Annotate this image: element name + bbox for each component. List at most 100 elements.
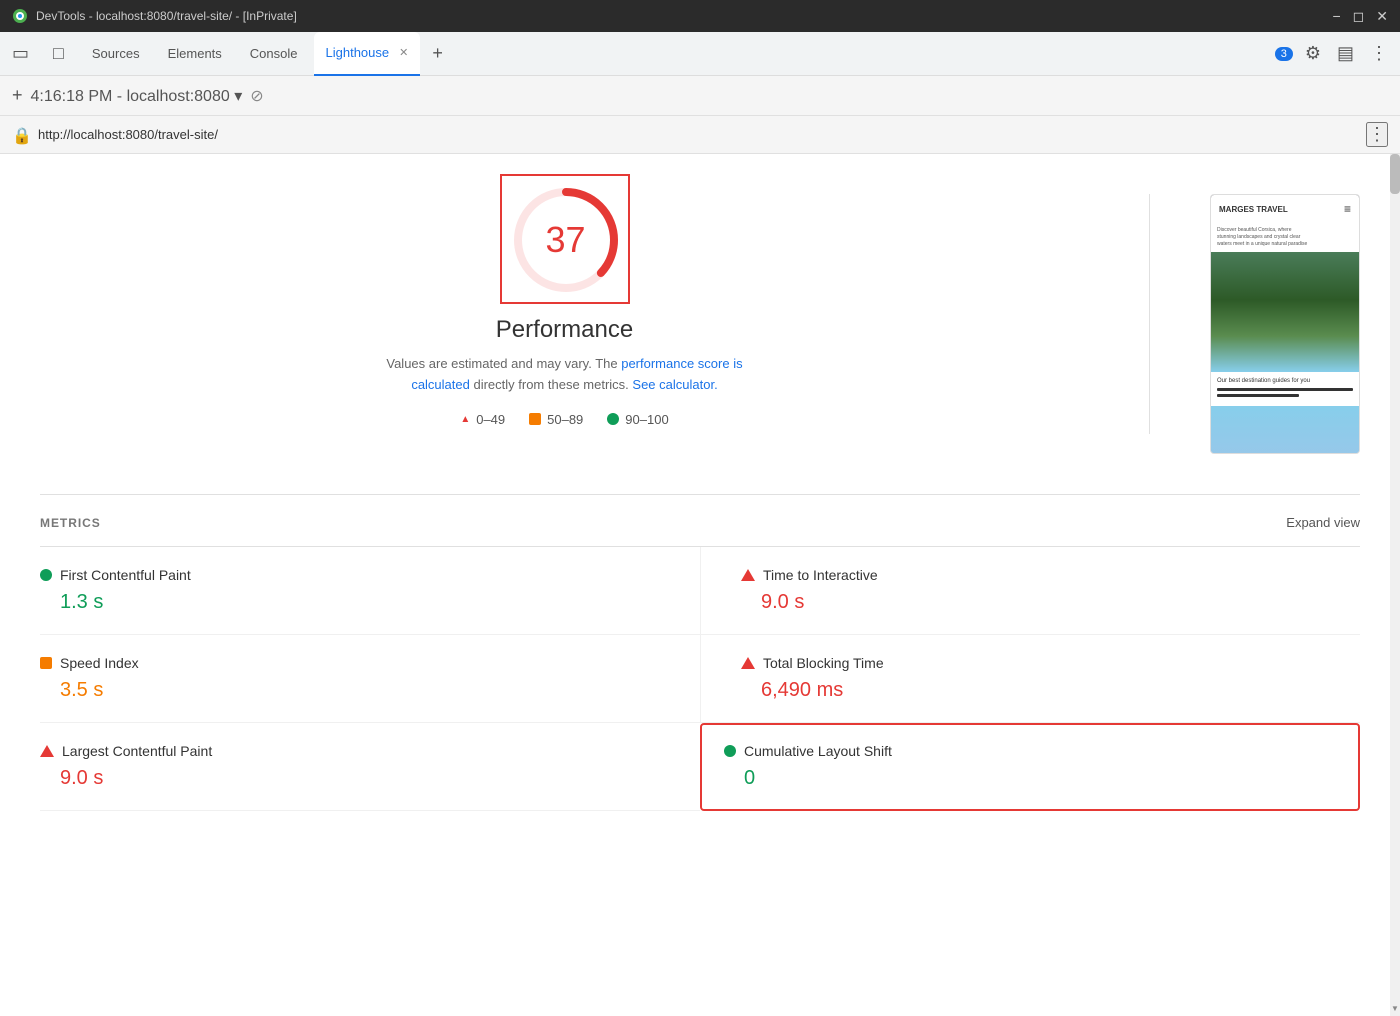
devtools-more-button[interactable]: ⋮ bbox=[1366, 122, 1388, 147]
screenshot-text-2 bbox=[1217, 394, 1299, 397]
screenshot-header: MARGES TRAVEL ≡ bbox=[1211, 195, 1359, 223]
screenshot-logo: MARGES TRAVEL bbox=[1219, 205, 1288, 214]
screenshot-text-1 bbox=[1217, 388, 1353, 391]
screenshot-bottom-image bbox=[1211, 406, 1359, 454]
metric-cls-indicator bbox=[724, 745, 736, 757]
devtools-icon bbox=[12, 8, 28, 24]
expand-view-button[interactable]: Expand view bbox=[1286, 515, 1360, 530]
devtools-url-display: http://localhost:8080/travel-site/ bbox=[38, 127, 218, 142]
stop-icon: ⊘ bbox=[250, 86, 263, 106]
scrollbar[interactable]: ▲ ▼ bbox=[1390, 154, 1400, 1016]
metrics-grid: First Contentful Paint 1.3 s Time to Int… bbox=[40, 547, 1360, 811]
addressbar: + 4:16:18 PM - localhost:8080 ▾ ⊘ bbox=[0, 76, 1400, 116]
tab-elements[interactable]: Elements bbox=[156, 32, 234, 76]
metric-tti-label-row: Time to Interactive bbox=[741, 567, 1336, 583]
performance-description: Values are estimated and may vary. The p… bbox=[375, 354, 755, 396]
metric-lcp-label-row: Largest Contentful Paint bbox=[40, 743, 676, 759]
metric-tti-indicator bbox=[741, 569, 755, 581]
metric-fcp-value: 1.3 s bbox=[40, 591, 676, 614]
tab-sources-label: Sources bbox=[92, 46, 140, 61]
legend-orange-icon bbox=[529, 413, 541, 425]
titlebar-title: DevTools - localhost:8080/travel-site/ -… bbox=[36, 9, 297, 23]
performance-title: Performance bbox=[496, 316, 633, 344]
main-content: 37 Performance Values are estimated and … bbox=[0, 154, 1400, 1016]
restore-button[interactable]: ◻ bbox=[1353, 8, 1365, 25]
tab-lighthouse-label: Lighthouse bbox=[326, 45, 390, 60]
sync-button[interactable]: ▤ bbox=[1333, 39, 1358, 68]
metric-tbt-label: Total Blocking Time bbox=[763, 655, 884, 671]
device-toolbar-button[interactable]: ▭ bbox=[8, 39, 33, 68]
tab-lighthouse[interactable]: Lighthouse ✕ bbox=[314, 32, 421, 76]
settings-button[interactable]: ⚙ bbox=[1301, 39, 1325, 68]
metric-tbt-label-row: Total Blocking Time bbox=[741, 655, 1336, 671]
legend-green-icon bbox=[607, 413, 619, 425]
screenshot-tagline: Discover beautiful Corsica, wherestunnin… bbox=[1211, 223, 1359, 252]
metric-cls-label-row: Cumulative Layout Shift bbox=[724, 743, 1336, 759]
metric-tbt-indicator bbox=[741, 657, 755, 669]
scroll-down-button[interactable]: ▼ bbox=[1390, 1000, 1400, 1016]
screenshot-hero-image bbox=[1211, 252, 1359, 372]
metric-tti-label: Time to Interactive bbox=[763, 567, 878, 583]
metric-lcp-value: 9.0 s bbox=[40, 767, 676, 790]
close-button[interactable]: ✕ bbox=[1376, 8, 1388, 25]
devtools-urlbar: 🔒 http://localhost:8080/travel-site/ ⋮ bbox=[0, 116, 1400, 154]
score-container: 37 bbox=[500, 174, 630, 304]
more-options-button[interactable]: ⋮ bbox=[1366, 39, 1392, 68]
screenshot-subtitle: Our best destination guides for you bbox=[1217, 378, 1353, 384]
inspect-button[interactable]: □ bbox=[49, 39, 68, 68]
metric-cls-value: 0 bbox=[724, 767, 1336, 790]
metric-si: Speed Index 3.5 s bbox=[40, 635, 700, 723]
vertical-divider bbox=[1149, 194, 1150, 434]
new-tab-icon-button[interactable]: + bbox=[12, 85, 23, 106]
tab-console-label: Console bbox=[250, 46, 298, 61]
performance-section: 37 Performance Values are estimated and … bbox=[40, 174, 1360, 454]
screenshot-menu-icon: ≡ bbox=[1344, 202, 1351, 216]
metric-tbt-value: 6,490 ms bbox=[741, 679, 1336, 702]
metric-si-value: 3.5 s bbox=[40, 679, 676, 702]
tabbar-right: 3 ⚙ ▤ ⋮ bbox=[1275, 39, 1392, 68]
metric-lcp: Largest Contentful Paint 9.0 s bbox=[40, 723, 700, 811]
score-circle: 37 bbox=[506, 180, 626, 300]
metric-cls: Cumulative Layout Shift 0 bbox=[700, 723, 1360, 811]
metric-si-label-row: Speed Index bbox=[40, 655, 676, 671]
scrollbar-thumb[interactable] bbox=[1390, 154, 1400, 194]
screenshot-image: MARGES TRAVEL ≡ Discover beautiful Corsi… bbox=[1210, 194, 1360, 454]
tab-sources[interactable]: Sources bbox=[80, 32, 152, 76]
performance-left: 37 Performance Values are estimated and … bbox=[40, 174, 1089, 427]
score-legend: ▲ 0–49 50–89 90–100 bbox=[460, 412, 668, 427]
metric-lcp-label: Largest Contentful Paint bbox=[62, 743, 212, 759]
metric-fcp-label-row: First Contentful Paint bbox=[40, 567, 676, 583]
titlebar-controls: − ◻ ✕ bbox=[1332, 8, 1388, 25]
metric-si-indicator bbox=[40, 657, 52, 669]
tabbar: ▭ □ Sources Elements Console Lighthouse … bbox=[0, 32, 1400, 76]
tab-console[interactable]: Console bbox=[238, 32, 310, 76]
security-icon: 🔒 bbox=[12, 126, 30, 144]
metric-fcp-indicator bbox=[40, 569, 52, 581]
new-tab-button[interactable]: + bbox=[424, 39, 451, 68]
metric-tti-value: 9.0 s bbox=[741, 591, 1336, 614]
tabbar-nav-icons: ▭ □ bbox=[8, 39, 68, 68]
metrics-header: METRICS Expand view bbox=[40, 515, 1360, 530]
metric-fcp-label: First Contentful Paint bbox=[60, 567, 191, 583]
time-display: 4:16:18 PM - localhost:8080 ▾ bbox=[31, 86, 243, 106]
legend-green: 90–100 bbox=[607, 412, 668, 427]
site-screenshot: MARGES TRAVEL ≡ Discover beautiful Corsi… bbox=[1210, 194, 1360, 454]
legend-red: ▲ 0–49 bbox=[460, 412, 505, 427]
see-calculator-link[interactable]: See calculator. bbox=[632, 377, 717, 392]
metrics-divider bbox=[40, 494, 1360, 495]
metric-cls-label: Cumulative Layout Shift bbox=[744, 743, 892, 759]
minimize-button[interactable]: − bbox=[1332, 8, 1340, 25]
metric-lcp-indicator bbox=[40, 745, 54, 757]
notification-badge: 3 bbox=[1275, 47, 1293, 61]
legend-orange: 50–89 bbox=[529, 412, 583, 427]
score-number: 37 bbox=[545, 219, 585, 261]
tab-elements-label: Elements bbox=[168, 46, 222, 61]
metric-si-label: Speed Index bbox=[60, 655, 139, 671]
metric-tbt: Total Blocking Time 6,490 ms bbox=[700, 635, 1360, 723]
metrics-section-title: METRICS bbox=[40, 516, 101, 530]
metric-tti: Time to Interactive 9.0 s bbox=[700, 547, 1360, 635]
titlebar: DevTools - localhost:8080/travel-site/ -… bbox=[0, 0, 1400, 32]
metric-fcp: First Contentful Paint 1.3 s bbox=[40, 547, 700, 635]
screenshot-text-section: Our best destination guides for you bbox=[1211, 372, 1359, 406]
tab-lighthouse-close[interactable]: ✕ bbox=[399, 46, 408, 59]
